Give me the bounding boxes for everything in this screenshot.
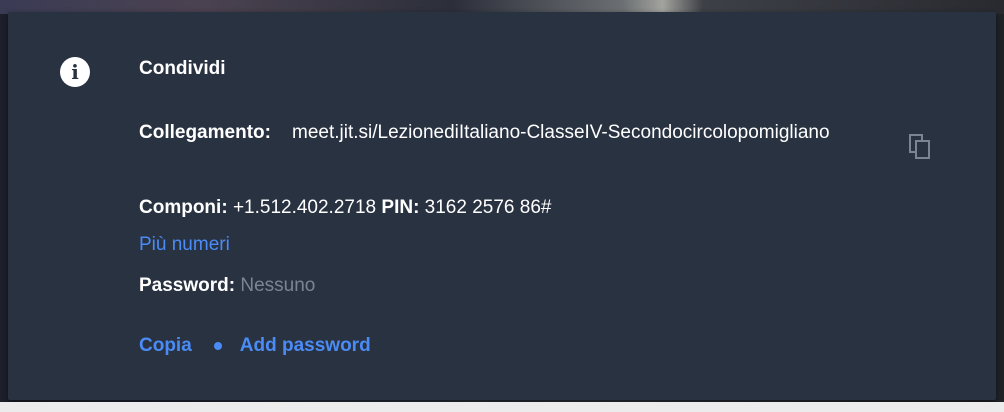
dialog-actions: Copia Add password <box>139 335 371 357</box>
info-icon: i <box>60 57 90 87</box>
add-password-button[interactable]: Add password <box>240 335 371 357</box>
copy-button[interactable]: Copia <box>139 335 192 357</box>
dialog-title: Condividi <box>139 58 226 79</box>
pin-value: 3162 2576 86# <box>424 197 552 218</box>
dial-in-number: +1.512.402.2718 <box>232 197 377 218</box>
password-label: Password: <box>139 275 236 296</box>
pin-label: PIN: <box>381 197 420 218</box>
link-label: Collegamento: <box>139 122 271 143</box>
password-row: Password: Nessuno <box>139 275 315 297</box>
share-dialog: i Condividi Collegamento: meet.jit.si/Le… <box>8 12 996 400</box>
password-value: Nessuno <box>240 275 316 296</box>
dial-in-row: Componi: +1.512.402.2718 PIN: 3162 2576 … <box>139 195 551 221</box>
copy-icon[interactable] <box>909 134 931 160</box>
separator-dot <box>213 342 222 350</box>
more-numbers-link[interactable]: Più numeri <box>139 234 230 256</box>
dial-in-label: Componi: <box>139 197 228 218</box>
bottom-edge <box>0 402 1004 412</box>
meeting-link[interactable]: meet.jit.si/LezionediItaliano-ClasseIV-S… <box>292 114 904 151</box>
